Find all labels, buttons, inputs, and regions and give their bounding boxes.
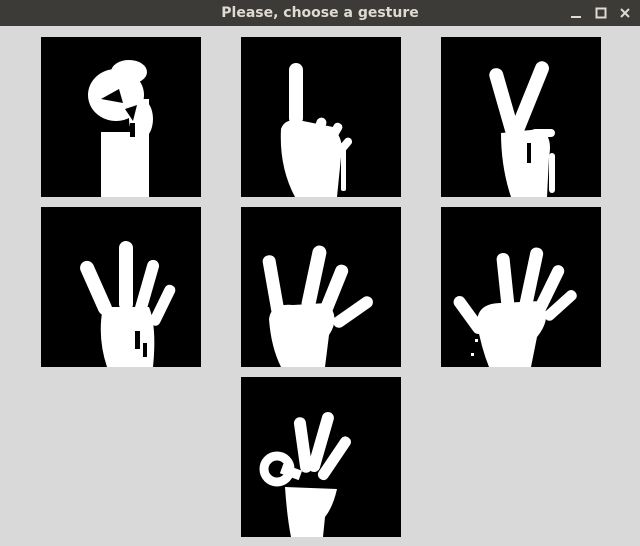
- gesture-tile-fist[interactable]: [41, 37, 201, 197]
- minimize-button[interactable]: [566, 3, 586, 23]
- maximize-button[interactable]: [591, 3, 611, 23]
- close-icon: [620, 8, 630, 18]
- window-title: Please, choose a gesture: [221, 5, 419, 21]
- gesture-grid: [0, 26, 640, 546]
- gesture-tile-open-hand[interactable]: [241, 207, 401, 367]
- two-fingers-gesture-icon: [489, 61, 555, 197]
- one-finger-gesture-icon: [280, 63, 353, 197]
- four-fingers-gesture-icon: [80, 241, 176, 367]
- gesture-tile-one-finger[interactable]: [241, 37, 401, 197]
- close-button[interactable]: [615, 3, 635, 23]
- spread-hand-gesture-icon: [453, 247, 577, 367]
- minimize-icon: [571, 16, 581, 18]
- gesture-tile-ok-sign[interactable]: [241, 377, 401, 537]
- gesture-tile-spread-hand[interactable]: [441, 207, 601, 367]
- maximize-icon: [595, 7, 607, 19]
- window-titlebar: Please, choose a gesture: [0, 0, 640, 26]
- ok-sign-gesture-icon: [259, 411, 352, 537]
- fist-gesture-icon: [88, 60, 153, 197]
- gesture-tile-four-fingers[interactable]: [41, 207, 201, 367]
- open-hand-gesture-icon: [262, 245, 373, 367]
- gesture-tile-two-fingers[interactable]: [441, 37, 601, 197]
